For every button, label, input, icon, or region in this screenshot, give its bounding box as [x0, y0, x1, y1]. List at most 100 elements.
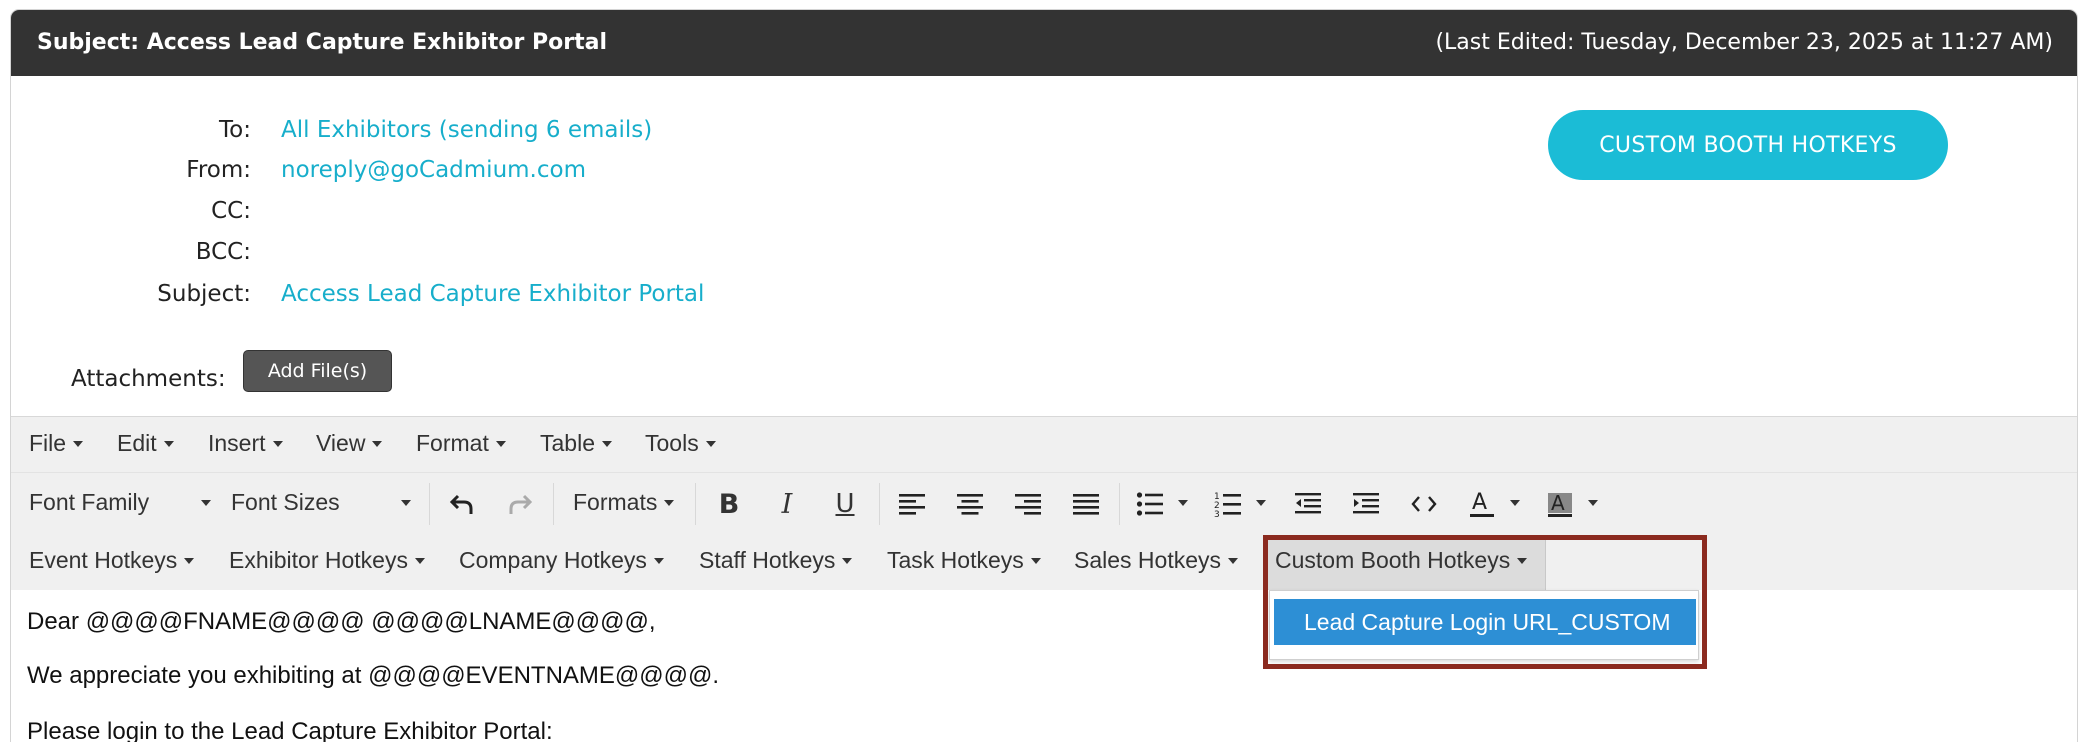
- menu-file-label: File: [29, 430, 67, 456]
- company-hotkeys-label: Company Hotkeys: [459, 547, 647, 573]
- editor-body[interactable]: Dear @@@@FNAME@@@@ @@@@LNAME@@@@, We app…: [11, 590, 2077, 742]
- format-bar: Font Family Font Sizes Formats B I U 1 2…: [11, 473, 2077, 535]
- redo-icon[interactable]: [503, 487, 537, 521]
- menu-file[interactable]: File: [29, 430, 84, 457]
- code-icon[interactable]: [1407, 487, 1441, 521]
- menu-table[interactable]: Table: [540, 430, 612, 457]
- chevron-down-icon: [184, 557, 195, 564]
- chevron-down-icon[interactable]: [1253, 495, 1269, 511]
- background-color-icon[interactable]: A: [1543, 485, 1577, 523]
- chevron-down-icon: [842, 557, 853, 564]
- font-family-select[interactable]: Font Family: [29, 489, 211, 516]
- chevron-down-icon: [1228, 557, 1239, 564]
- menu-table-label: Table: [540, 430, 595, 456]
- dropdown-item-lead-capture-login-url[interactable]: Lead Capture Login URL_CUSTOM: [1274, 599, 1696, 645]
- svg-text:A: A: [1472, 490, 1487, 515]
- chevron-down-icon: [601, 440, 612, 447]
- menu-custom-booth-hotkeys[interactable]: Custom Booth Hotkeys: [1275, 547, 1528, 574]
- chevron-down-icon[interactable]: [1175, 495, 1191, 511]
- chevron-down-icon: [163, 440, 174, 447]
- menu-tools[interactable]: Tools: [645, 430, 716, 457]
- from-address-link[interactable]: noreply@goCadmium.com: [281, 157, 586, 183]
- menu-event-hotkeys[interactable]: Event Hotkeys: [29, 547, 195, 574]
- staff-hotkeys-label: Staff Hotkeys: [699, 547, 836, 573]
- outdent-icon[interactable]: [1291, 487, 1325, 521]
- bullet-list-icon[interactable]: [1133, 487, 1167, 521]
- menu-staff-hotkeys[interactable]: Staff Hotkeys: [699, 547, 853, 574]
- chevron-down-icon: [495, 440, 506, 447]
- menu-insert[interactable]: Insert: [208, 430, 283, 457]
- chevron-down-icon: [272, 440, 283, 447]
- underline-icon[interactable]: U: [827, 485, 863, 523]
- event-hotkeys-label: Event Hotkeys: [29, 547, 178, 573]
- separator: [1119, 483, 1120, 525]
- formats-label: Formats: [573, 489, 658, 515]
- exhibitor-hotkeys-label: Exhibitor Hotkeys: [229, 547, 408, 573]
- menu-format[interactable]: Format: [416, 430, 506, 457]
- undo-icon[interactable]: [445, 487, 479, 521]
- email-composer-card: Subject: Access Lead Capture Exhibitor P…: [10, 9, 2078, 742]
- align-left-icon[interactable]: [895, 487, 929, 521]
- bcc-label: BCC:: [195, 239, 251, 265]
- chevron-down-icon: [653, 557, 664, 564]
- chevron-down-icon: [1517, 557, 1528, 564]
- body-line-appreciation: We appreciate you exhibiting at @@@@EVEN…: [27, 662, 720, 689]
- chevron-down-icon: [73, 440, 84, 447]
- to-label: To:: [219, 117, 251, 143]
- chevron-down-icon: [401, 499, 411, 506]
- cc-label: CC:: [211, 198, 251, 224]
- subject-label: Subject:: [157, 281, 251, 307]
- italic-icon[interactable]: I: [769, 485, 805, 523]
- custom-booth-hotkeys-label: Custom Booth Hotkeys: [1275, 547, 1511, 573]
- menu-company-hotkeys[interactable]: Company Hotkeys: [459, 547, 664, 574]
- menu-tools-label: Tools: [645, 430, 699, 456]
- custom-booth-hotkeys-button[interactable]: CUSTOM BOOTH HOTKEYS: [1548, 110, 1948, 180]
- chevron-down-icon: [664, 499, 675, 506]
- separator: [553, 483, 554, 525]
- custom-booth-hotkeys-dropdown: Lead Capture Login URL_CUSTOM: [1269, 590, 1699, 660]
- subject-link[interactable]: Access Lead Capture Exhibitor Portal: [281, 281, 704, 307]
- header-subject-title: Subject: Access Lead Capture Exhibitor P…: [37, 30, 607, 55]
- last-edited-timestamp: (Last Edited: Tuesday, December 23, 2025…: [1435, 30, 2053, 55]
- font-family-label: Font Family: [29, 489, 150, 515]
- formats-select[interactable]: Formats: [573, 489, 675, 516]
- menu-view-label: View: [316, 430, 366, 456]
- chevron-down-icon: [1030, 557, 1041, 564]
- align-justify-icon[interactable]: [1069, 487, 1103, 521]
- font-sizes-select[interactable]: Font Sizes: [231, 489, 411, 516]
- menu-edit-label: Edit: [117, 430, 157, 456]
- email-header-bar: Subject: Access Lead Capture Exhibitor P…: [11, 10, 2077, 76]
- text-color-icon[interactable]: A: [1465, 485, 1499, 523]
- menu-bar: File Edit Insert View Format Table Tools: [11, 417, 2077, 473]
- align-right-icon[interactable]: [1011, 487, 1045, 521]
- align-center-icon[interactable]: [953, 487, 987, 521]
- menu-view[interactable]: View: [316, 430, 383, 457]
- indent-icon[interactable]: [1349, 487, 1383, 521]
- to-recipients-link[interactable]: All Exhibitors (sending 6 emails): [281, 117, 652, 143]
- editor-toolbar: File Edit Insert View Format Table Tools…: [11, 416, 2077, 591]
- font-sizes-label: Font Sizes: [231, 489, 340, 515]
- menu-task-hotkeys[interactable]: Task Hotkeys: [887, 547, 1041, 574]
- menu-insert-label: Insert: [208, 430, 266, 456]
- add-files-button[interactable]: Add File(s): [243, 350, 392, 392]
- svg-text:A: A: [1551, 491, 1565, 515]
- body-line-greeting: Dear @@@@FNAME@@@@ @@@@LNAME@@@@,: [27, 608, 656, 635]
- hotkeys-bar: Event Hotkeys Exhibitor Hotkeys Company …: [11, 535, 2077, 591]
- body-line-login: Please login to the Lead Capture Exhibit…: [27, 718, 553, 742]
- separator: [879, 483, 880, 525]
- separator: [429, 483, 430, 525]
- numbered-list-icon[interactable]: 123: [1211, 487, 1245, 521]
- svg-text:3: 3: [1214, 510, 1220, 518]
- chevron-down-icon[interactable]: [1507, 495, 1523, 511]
- task-hotkeys-label: Task Hotkeys: [887, 547, 1024, 573]
- menu-sales-hotkeys[interactable]: Sales Hotkeys: [1074, 547, 1239, 574]
- menu-edit[interactable]: Edit: [117, 430, 174, 457]
- attachments-label: Attachments:: [71, 366, 226, 392]
- chevron-down-icon[interactable]: [1585, 495, 1601, 511]
- bold-icon[interactable]: B: [711, 485, 747, 523]
- chevron-down-icon: [372, 440, 383, 447]
- menu-exhibitor-hotkeys[interactable]: Exhibitor Hotkeys: [229, 547, 425, 574]
- separator: [695, 483, 696, 525]
- menu-format-label: Format: [416, 430, 489, 456]
- sales-hotkeys-label: Sales Hotkeys: [1074, 547, 1222, 573]
